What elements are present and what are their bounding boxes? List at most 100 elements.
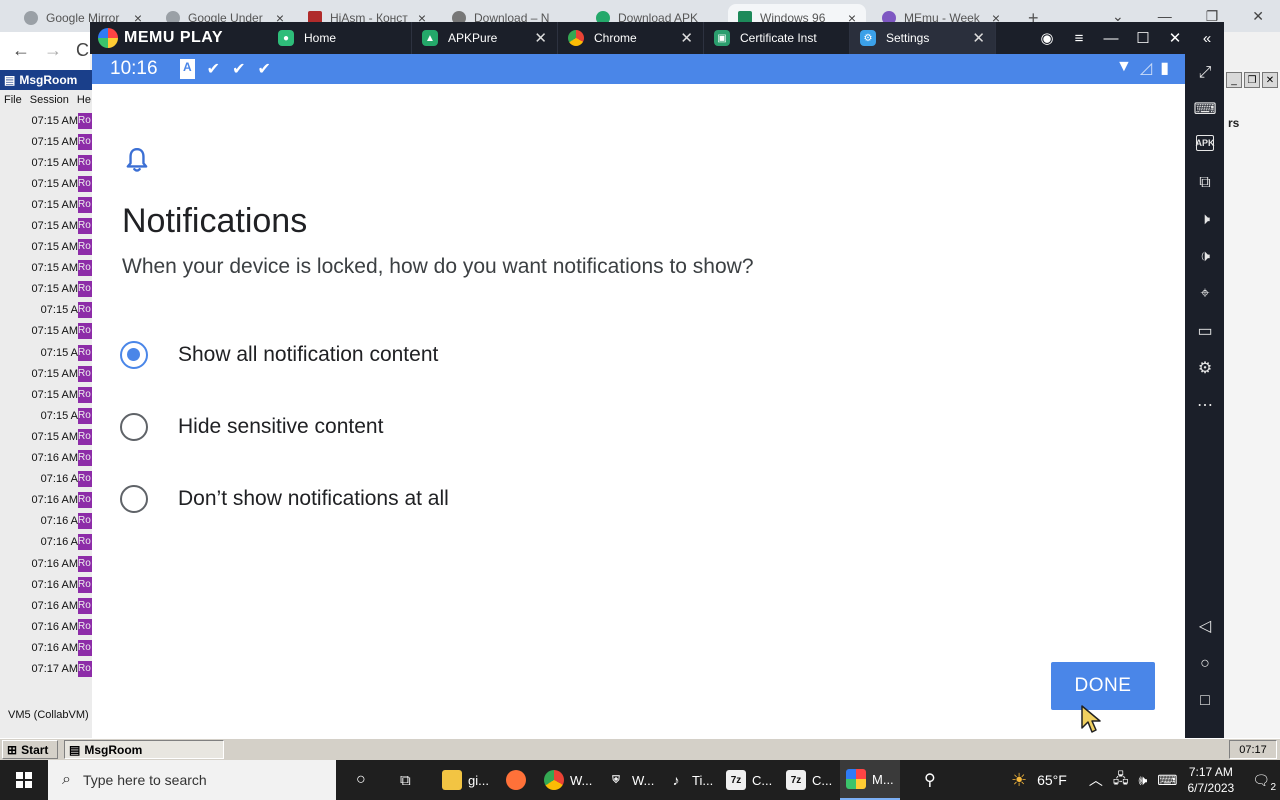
menu-file[interactable]: File xyxy=(4,94,22,106)
location-icon[interactable]: ⌖ xyxy=(1194,283,1216,305)
browser-nav-bar: ← → C xyxy=(0,32,90,70)
weather-temp[interactable]: 65°F xyxy=(1037,772,1067,788)
option-dont-show[interactable]: Don’t show notifications at all xyxy=(120,474,820,524)
memu-window-controls: ◉ ≡ — ☐ ✕ « xyxy=(1038,22,1224,54)
taskbar-app-tiktok[interactable]: ♪ Ti... xyxy=(660,760,719,800)
xp-task-msgroom[interactable]: ▤ MsgRoom xyxy=(64,740,224,759)
bell-icon xyxy=(126,148,148,172)
task-view-icon[interactable]: ⧉ xyxy=(394,760,417,800)
log-row: 07:16 AM xyxy=(0,616,92,637)
menu-icon[interactable]: ≡ xyxy=(1070,30,1088,47)
close-icon[interactable]: ✕ xyxy=(1166,29,1184,47)
recents-icon[interactable]: □ xyxy=(1194,690,1216,712)
task-label: MsgRoom xyxy=(84,742,143,757)
maximize-icon[interactable]: ☐ xyxy=(1134,29,1152,47)
close-icon[interactable]: ✕ xyxy=(1252,8,1264,25)
memu-tab-settings[interactable]: ⚙ Settings ✕ xyxy=(850,22,996,54)
chevron-up-icon[interactable]: ︿ xyxy=(1089,770,1103,790)
forward-arrow-icon[interactable]: → xyxy=(44,40,62,61)
folder-icon[interactable]: ▭ xyxy=(1194,320,1216,342)
minimize-icon[interactable]: — xyxy=(1102,30,1120,47)
home-icon[interactable]: ○ xyxy=(1194,653,1216,675)
log-row: 07:15 A xyxy=(0,300,92,321)
search-icon: ⌕ xyxy=(62,771,71,788)
reload-icon[interactable]: C xyxy=(76,40,89,61)
taskbar-app-7zip-2[interactable]: 7z C... xyxy=(780,760,838,800)
taskbar-clock[interactable]: 7:17 AM 6/7/2023 xyxy=(1188,764,1235,796)
option-hide-sensitive[interactable]: Hide sensitive content xyxy=(120,402,820,452)
log-row: 07:16 AM xyxy=(0,595,92,616)
radio-dont-show[interactable] xyxy=(120,485,148,513)
cortana-icon[interactable]: ○ xyxy=(350,760,372,800)
log-row: 07:16 AM xyxy=(0,574,92,595)
taskbar-app-label: Ti... xyxy=(692,772,714,788)
close-icon[interactable]: ✕ xyxy=(972,29,985,47)
xp-start-button[interactable]: ⊞ Start xyxy=(2,740,58,759)
option-show-all[interactable]: Show all notification content xyxy=(120,330,820,380)
volume-up-icon[interactable]: 🕨 xyxy=(1194,209,1216,231)
taskbar-app-memu[interactable]: M... xyxy=(840,760,900,800)
windows-start-button[interactable] xyxy=(0,760,48,800)
network-icon[interactable]: 🖧 xyxy=(1113,768,1129,792)
back-icon[interactable]: ◁ xyxy=(1194,615,1216,637)
taskbar-search-box[interactable]: ⌕ Type here to search xyxy=(48,760,336,800)
taskbar-app-label: gi... xyxy=(468,772,489,788)
minimize-icon[interactable]: _ xyxy=(1226,72,1242,88)
close-icon[interactable]: ✕ xyxy=(680,29,693,47)
menu-help[interactable]: He xyxy=(77,94,91,106)
android-status-bar: 10:16 A ✔ ✔ ✔ ▼ ◿ ▮ xyxy=(92,54,1185,84)
apk-icon[interactable]: APK xyxy=(1196,135,1215,151)
close-icon[interactable]: ✕ xyxy=(534,29,547,47)
clock-date: 6/7/2023 xyxy=(1187,781,1235,795)
menu-session[interactable]: Session xyxy=(30,94,69,106)
taskbar-app-label: C... xyxy=(752,772,773,788)
check-icon: ✔ xyxy=(206,61,221,78)
close-icon[interactable]: ✕ xyxy=(1262,72,1278,88)
log-row: 07:16 A xyxy=(0,532,92,553)
log-row: 07:15 AM xyxy=(0,279,92,300)
done-button[interactable]: DONE xyxy=(1051,662,1155,710)
fullscreen-icon[interactable]: ⤢ xyxy=(1194,62,1216,84)
memu-brand: MEMU PLAY xyxy=(124,29,224,46)
taskbar-app-label: M... xyxy=(872,771,894,787)
memu-toolbar: ⤢ ⌨ APK ⧉ 🕨 🕩 ⌖ ▭ ⚙ ⋯ ◁ ○ □ xyxy=(1185,54,1224,738)
log-row: 07:15 AM xyxy=(0,152,92,173)
radio-hide-sensitive[interactable] xyxy=(120,413,148,441)
log-row: 07:15 AM xyxy=(0,110,92,131)
log-row: 07:15 AM xyxy=(0,131,92,152)
volume-icon[interactable]: 🕪 xyxy=(1138,772,1147,789)
taskbar-app-explorer[interactable]: gi... xyxy=(436,760,495,800)
more-icon[interactable]: ⋯ xyxy=(1194,394,1216,416)
taskbar-app-7zip-1[interactable]: 7z C... xyxy=(720,760,778,800)
radio-show-all[interactable] xyxy=(120,341,148,369)
android-screen: Notifications When your device is locked… xyxy=(92,84,1185,738)
restore-icon[interactable]: ❐ xyxy=(1244,72,1260,88)
msgroom-menubar: File Session He xyxy=(0,90,92,110)
firefox-icon xyxy=(506,770,526,790)
volume-down-icon[interactable]: 🕩 xyxy=(1194,246,1216,268)
account-icon[interactable]: ◉ xyxy=(1038,29,1056,47)
memu-tab-chrome[interactable]: Chrome ✕ xyxy=(558,22,704,54)
back-arrow-icon[interactable]: ← xyxy=(12,40,30,61)
keyboard-icon[interactable]: ⌨ xyxy=(1157,772,1177,789)
people-icon[interactable]: ⚲ xyxy=(918,760,942,800)
settings-icon[interactable]: ⚙ xyxy=(1194,357,1216,379)
keyboard-icon[interactable]: ⌨ xyxy=(1193,98,1216,120)
log-row: 07:15 AM xyxy=(0,258,92,279)
mdi-controls: _ ❐ ✕ xyxy=(1226,72,1280,88)
tiktok-icon: ♪ xyxy=(672,772,680,788)
notification-count: 2 xyxy=(1270,781,1276,793)
multi-window-icon[interactable]: ⧉ xyxy=(1194,172,1216,194)
taskbar-app-security[interactable]: ⛨ W... xyxy=(600,760,660,800)
taskbar-app-firefox[interactable] xyxy=(500,760,532,800)
memu-logo-icon xyxy=(846,769,866,789)
msgroom-log: 07:15 AM07:15 AM07:15 AM07:15 AM07:15 AM… xyxy=(0,110,92,695)
memu-tab-apkpure[interactable]: ▲ APKPure ✕ xyxy=(412,22,558,54)
taskbar-app-chrome[interactable]: W... xyxy=(538,760,598,800)
collapse-sidebar-icon[interactable]: « xyxy=(1198,30,1216,47)
notification-center-icon[interactable]: 🗨 2 xyxy=(1252,772,1276,793)
memu-tab-home[interactable]: ● Home xyxy=(268,22,412,54)
memu-tab-certificate[interactable]: ▣ Certificate Inst xyxy=(704,22,850,54)
chrome-icon xyxy=(544,770,564,790)
log-row: 07:16 A xyxy=(0,511,92,532)
